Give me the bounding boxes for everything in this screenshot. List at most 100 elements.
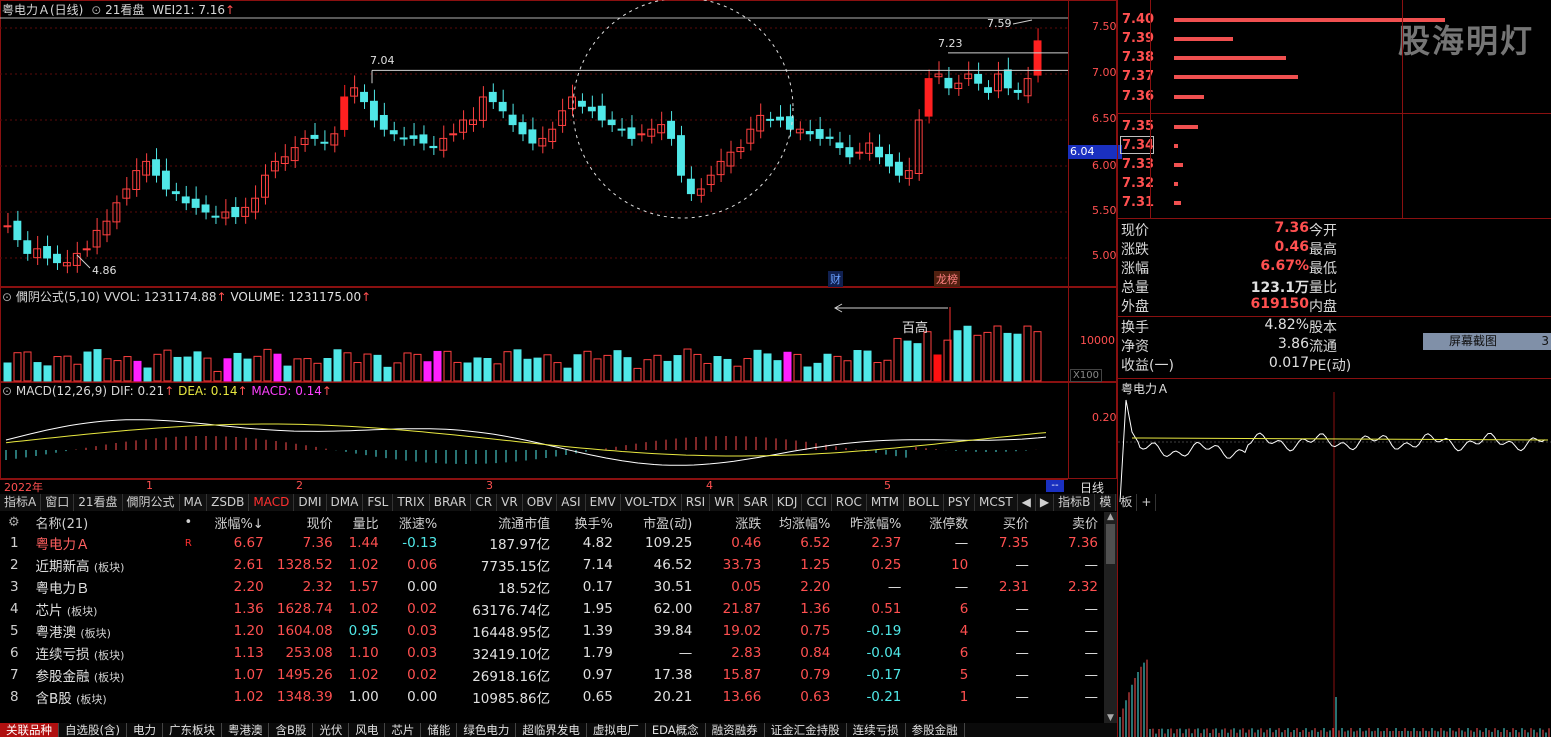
indicator-tab[interactable]: 21看盘 (74, 494, 123, 511)
longhu-marker[interactable]: 龙榜 (934, 271, 960, 287)
bottom-tab[interactable]: 粤港澳 (222, 723, 270, 737)
bottom-tab[interactable]: 关联品种 (0, 723, 59, 737)
indicator-tab[interactable]: DMI (294, 494, 327, 511)
indicator-tab[interactable]: WR (710, 494, 740, 511)
indicator-tab[interactable]: ZSDB (207, 494, 250, 511)
indicator-tab[interactable]: PSY (944, 494, 975, 511)
indicator-tab[interactable]: CCI (802, 494, 832, 511)
col-header-pe[interactable]: 市盈(动) (619, 512, 698, 532)
bottom-tab[interactable]: 含B股 (269, 723, 314, 737)
screenshot-button[interactable]: 屏幕截图 3 (1423, 333, 1551, 350)
candle-body (201, 204, 210, 213)
time-axis[interactable] (0, 479, 1068, 494)
indicator-tab[interactable]: TRIX (393, 494, 430, 511)
cell-syl: 17.38 (653, 667, 693, 683)
indicator-tab[interactable]: 指标A (0, 494, 42, 511)
row-name[interactable]: 芯片 (板块) (36, 598, 178, 620)
indicator-tab[interactable]: BRAR (430, 494, 472, 511)
indicator-tab[interactable]: MCST (975, 494, 1018, 511)
col-header-turnover[interactable]: 换手% (556, 512, 619, 532)
indicator-tab[interactable]: MACD (249, 494, 295, 511)
scroll-thumb[interactable] (1106, 524, 1115, 564)
bottom-tab[interactable]: 超临界发电 (516, 723, 587, 737)
indicator-tab[interactable]: RSI (682, 494, 711, 511)
bottom-tab[interactable]: 电力 (127, 723, 163, 737)
row-flag (178, 554, 205, 576)
indicator-tab[interactable]: ROC (832, 494, 867, 511)
table-row[interactable]: 5 粤港澳 (板块) 1.20 1604.08 0.95 0.03 16448.95亿 1.3… (0, 620, 1104, 642)
indicator-tab[interactable]: ASI (557, 494, 586, 511)
bottom-tab[interactable]: 光伏 (313, 723, 350, 737)
bottom-tab[interactable]: 广东板块 (163, 723, 222, 737)
row-name[interactable]: 参股金融 (板块) (36, 664, 178, 686)
indicator-tab[interactable]: 窗口 (41, 494, 75, 511)
indicator-tab[interactable]: VOL-TDX (621, 494, 682, 511)
settings-gear-icon[interactable]: ⚙ (0, 512, 36, 532)
table-row[interactable]: 8 含B股 (板块) 1.02 1348.39 1.00 0.00 10985.86亿 0.6… (0, 686, 1104, 708)
bottom-tab[interactable]: 储能 (421, 723, 458, 737)
finance-marker[interactable]: 财 (828, 271, 843, 287)
bottom-tab[interactable]: 绿色电力 (457, 723, 517, 737)
row-name[interactable]: 连续亏损 (板块) (36, 642, 178, 664)
indicator-tab[interactable]: EMV (586, 494, 621, 511)
row-name[interactable]: 粤港澳 (板块) (36, 620, 178, 642)
volume-bar (1033, 331, 1042, 382)
indicator-tab[interactable]: VR (497, 494, 523, 511)
indicator-tab[interactable]: 模 (1095, 494, 1117, 511)
col-header-bid[interactable]: 买价 (974, 512, 1035, 532)
indicator-tab[interactable]: OBV (523, 494, 558, 511)
indicator-tab[interactable]: MTM (867, 494, 904, 511)
table-row[interactable]: 4 芯片 (板块) 1.36 1628.74 1.02 0.02 63176.74亿 1.95… (0, 598, 1104, 620)
table-row[interactable]: 3 粤电力Ｂ 2.20 2.32 1.57 0.00 18.52亿 0.17 30.51 0.0… (0, 576, 1104, 598)
row-name[interactable]: 含B股 (板块) (36, 686, 178, 708)
row-name[interactable]: 粤电力Ｂ (36, 576, 178, 598)
bottom-tab[interactable]: 芯片 (385, 723, 422, 737)
quote-row: 外盘 619150 内盘 (1121, 296, 1351, 315)
indicator-tab[interactable]: 指标B (1054, 494, 1096, 511)
bottom-tab[interactable]: 自选股(含) (59, 723, 127, 737)
table-row[interactable]: 6 连续亏损 (板块) 1.13 253.08 1.10 0.03 32419.10亿 1.7… (0, 642, 1104, 664)
col-header-name[interactable]: 名称(21) (36, 512, 178, 532)
col-header-volume-ratio[interactable]: 量比 (339, 512, 385, 532)
row-name[interactable]: 粤电力Ａ (36, 532, 178, 554)
indicator-tab[interactable]: MA (180, 494, 208, 511)
bottom-tab[interactable]: 参股金融 (906, 723, 965, 737)
indicator-tab[interactable]: SAR (739, 494, 773, 511)
bottom-tab[interactable]: EDA概念 (646, 723, 706, 737)
table-row[interactable]: 2 近期新高 (板块) 2.61 1328.52 1.02 0.06 7735.15亿 7.1… (0, 554, 1104, 576)
table-scrollbar[interactable]: ▲ ▼ (1104, 512, 1117, 723)
col-header-limit-up[interactable]: 涨停数 (907, 512, 974, 532)
volume-bar (143, 367, 152, 382)
col-header-price[interactable]: 现价 (270, 512, 339, 532)
indicator-tab[interactable]: DMA (327, 494, 364, 511)
col-header-avg-change[interactable]: 均涨幅% (767, 512, 836, 532)
bottom-tab[interactable]: 证金汇金持股 (765, 723, 847, 737)
bottom-tab[interactable]: 融资融券 (706, 723, 765, 737)
indicator-tab-bar: 指标A 窗口 21看盘 僩阴公式 MA ZSDB MACD DMI DMA FSL TRIX BRAR… (0, 494, 1157, 511)
indicator-tab[interactable]: 僩阴公式 (123, 494, 180, 511)
indicator-tab[interactable]: ▶ (1036, 494, 1055, 511)
indicator-tab[interactable]: ◀ (1018, 494, 1036, 511)
col-header-change[interactable]: 涨跌 (698, 512, 767, 532)
col-header-dot[interactable]: • (178, 512, 205, 532)
indicator-tab[interactable]: KDJ (773, 494, 803, 511)
col-header-float-cap[interactable]: 流通市值 (443, 512, 556, 532)
col-header-change-pct[interactable]: 涨幅%↓ (205, 512, 270, 532)
col-header-prev-change[interactable]: 昨涨幅% (836, 512, 907, 532)
scroll-down-arrow[interactable]: ▼ (1104, 713, 1117, 723)
bottom-tab[interactable]: 连续亏损 (847, 723, 906, 737)
bottom-tab[interactable]: 虚拟电厂 (587, 723, 646, 737)
volume-bar (133, 360, 142, 382)
intraday-chart[interactable] (1118, 392, 1551, 737)
indicator-tab[interactable]: BOLL (904, 494, 944, 511)
col-header-ask[interactable]: 卖价 (1035, 512, 1104, 532)
table-row[interactable]: 7 参股金融 (板块) 1.07 1495.26 1.02 0.02 26918.16亿 0.… (0, 664, 1104, 686)
col-header-speed[interactable]: 涨速% (385, 512, 444, 532)
scroll-end-button[interactable]: -- (1046, 480, 1064, 492)
indicator-tab[interactable]: FSL (363, 494, 394, 511)
row-name[interactable]: 近期新高 (板块) (36, 554, 178, 576)
table-row[interactable]: 1 粤电力Ａ R 6.67 7.36 1.44 -0.13 187.97亿 4.82 109.2… (0, 532, 1104, 554)
indicator-tab[interactable]: CR (471, 494, 498, 511)
bottom-tab[interactable]: 风电 (349, 723, 386, 737)
scroll-up-arrow[interactable]: ▲ (1104, 512, 1117, 522)
